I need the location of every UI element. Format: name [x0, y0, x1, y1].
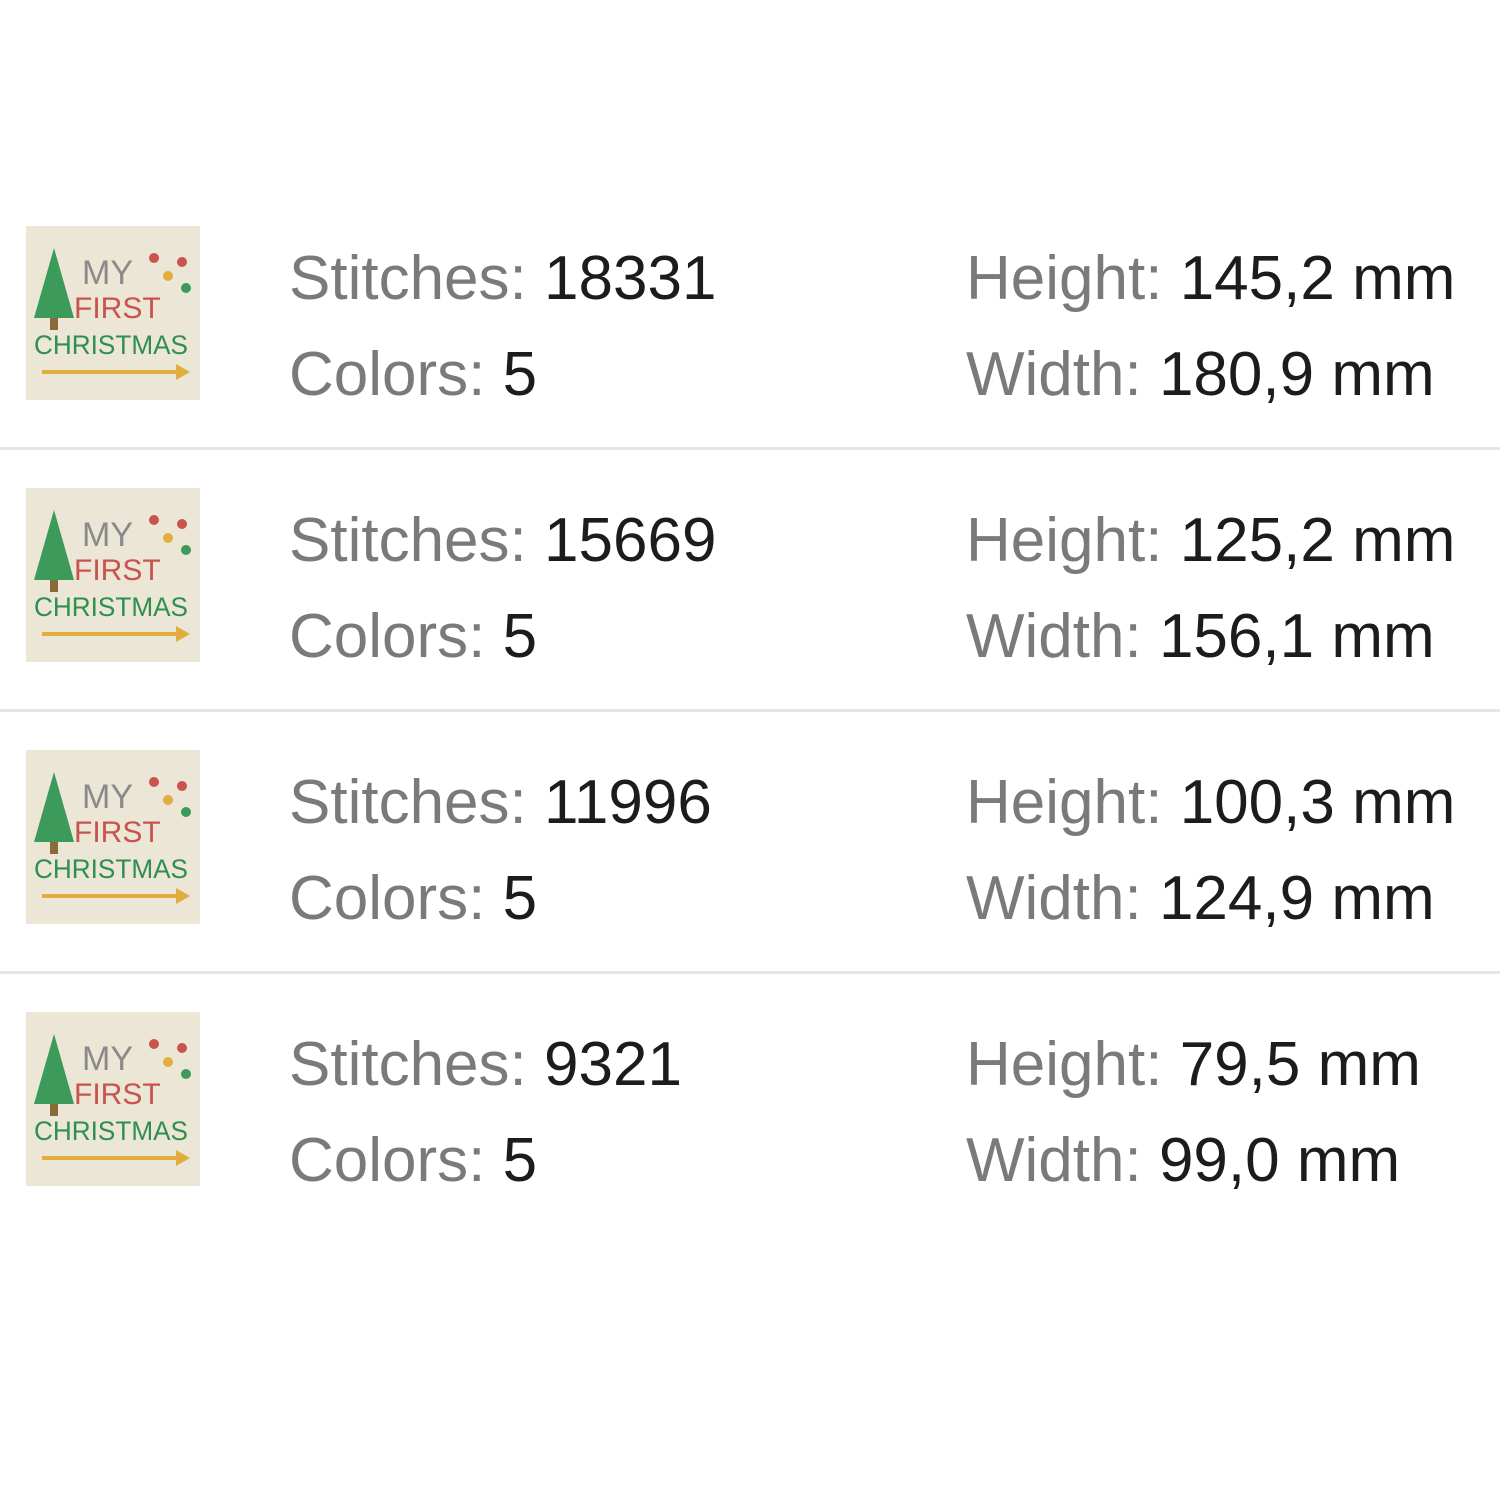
colors-field: Colors: 5 — [289, 868, 537, 930]
colors-label: Colors: — [289, 1126, 486, 1195]
colors-label: Colors: — [289, 340, 486, 409]
design-thumbnail[interactable]: MY FIRST CHRISTMAS — [26, 226, 200, 400]
svg-text:MY: MY — [82, 778, 133, 816]
height-field: Height: 100,3 mm — [966, 772, 1455, 834]
svg-text:FIRST: FIRST — [74, 816, 161, 849]
colors-label: Colors: — [289, 864, 486, 933]
width-value: 99,0 mm — [1158, 1126, 1401, 1195]
svg-text:CHRISTMAS: CHRISTMAS — [34, 854, 188, 884]
width-label: Width: — [966, 1126, 1142, 1195]
width-value: 124,9 mm — [1158, 864, 1435, 933]
stitches-label: Stitches: — [289, 244, 527, 313]
svg-text:CHRISTMAS: CHRISTMAS — [34, 330, 188, 360]
stitches-field: Stitches: 18331 — [289, 248, 716, 310]
height-label: Height: — [966, 506, 1163, 575]
width-value: 156,1 mm — [1158, 602, 1435, 671]
height-value: 125,2 mm — [1179, 506, 1456, 575]
stitches-value: 9321 — [544, 1030, 682, 1099]
colors-value: 5 — [502, 1126, 538, 1195]
colors-field: Colors: 5 — [289, 1130, 537, 1192]
colors-label: Colors: — [289, 602, 486, 671]
svg-text:MY: MY — [82, 516, 133, 554]
stitches-field: Stitches: 9321 — [289, 1034, 682, 1096]
width-label: Width: — [966, 340, 1142, 409]
svg-text:CHRISTMAS: CHRISTMAS — [34, 1116, 188, 1146]
my-first-christmas-design-icon: MY FIRST CHRISTMAS — [34, 772, 191, 904]
svg-text:CHRISTMAS: CHRISTMAS — [34, 592, 188, 622]
height-field: Height: 125,2 mm — [966, 510, 1455, 572]
my-first-christmas-design-icon: MY FIRST CHRISTMAS — [34, 248, 191, 380]
svg-text:MY: MY — [82, 254, 133, 292]
height-label: Height: — [966, 244, 1163, 313]
height-value: 145,2 mm — [1179, 244, 1456, 313]
width-field: Width: 99,0 mm — [966, 1130, 1400, 1192]
my-first-christmas-design-icon: MY FIRST CHRISTMAS — [34, 1034, 191, 1166]
colors-field: Colors: 5 — [289, 344, 537, 406]
stitches-field: Stitches: 11996 — [289, 772, 712, 834]
design-thumbnail[interactable]: MY FIRST CHRISTMAS — [26, 1012, 200, 1186]
colors-value: 5 — [502, 340, 538, 409]
stitches-value: 18331 — [544, 244, 717, 313]
width-label: Width: — [966, 864, 1142, 933]
colors-value: 5 — [502, 602, 538, 671]
width-field: Width: 156,1 mm — [966, 606, 1435, 668]
width-label: Width: — [966, 602, 1142, 671]
svg-text:FIRST: FIRST — [74, 554, 161, 587]
stitches-label: Stitches: — [289, 1030, 527, 1099]
my-first-christmas-design-icon: MY FIRST CHRISTMAS — [34, 510, 191, 642]
colors-value: 5 — [502, 864, 538, 933]
stitches-label: Stitches: — [289, 768, 527, 837]
svg-text:FIRST: FIRST — [74, 292, 161, 325]
list-item[interactable]: MY FIRST CHRISTMAS Stitches: 11996 Color… — [0, 712, 1500, 974]
stitches-field: Stitches: 15669 — [289, 510, 716, 572]
stitches-label: Stitches: — [289, 506, 527, 575]
height-field: Height: 79,5 mm — [966, 1034, 1421, 1096]
design-thumbnail[interactable]: MY FIRST CHRISTMAS — [26, 488, 200, 662]
width-value: 180,9 mm — [1158, 340, 1435, 409]
stitches-value: 15669 — [544, 506, 717, 575]
design-thumbnail[interactable]: MY FIRST CHRISTMAS — [26, 750, 200, 924]
svg-text:FIRST: FIRST — [74, 1078, 161, 1111]
colors-field: Colors: 5 — [289, 606, 537, 668]
width-field: Width: 124,9 mm — [966, 868, 1435, 930]
height-label: Height: — [966, 768, 1163, 837]
height-value: 79,5 mm — [1179, 1030, 1421, 1099]
list-item[interactable]: MY FIRST CHRISTMAS Stitches: 18331 Color… — [0, 188, 1500, 450]
list-item[interactable]: MY FIRST CHRISTMAS Stitches: 15669 Color… — [0, 450, 1500, 712]
height-label: Height: — [966, 1030, 1163, 1099]
list-item[interactable]: MY FIRST CHRISTMAS Stitches: 9321 Colors… — [0, 974, 1500, 1236]
svg-text:MY: MY — [82, 1040, 133, 1078]
height-value: 100,3 mm — [1179, 768, 1456, 837]
width-field: Width: 180,9 mm — [966, 344, 1435, 406]
height-field: Height: 145,2 mm — [966, 248, 1455, 310]
stitches-value: 11996 — [544, 768, 712, 837]
